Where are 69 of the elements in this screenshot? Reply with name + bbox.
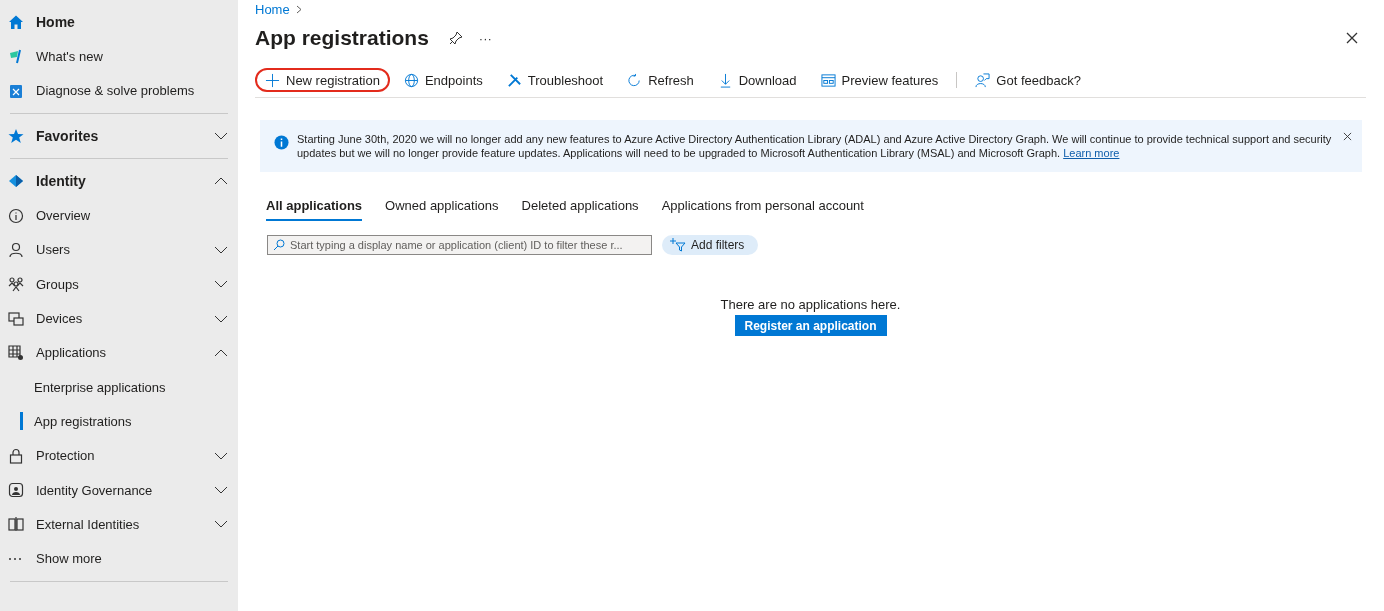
chevron-icon[interactable] bbox=[214, 485, 228, 495]
chevron-icon[interactable] bbox=[214, 279, 228, 290]
banner-text: Starting June 30th, 2020 we will no longer add any new features to Azure Active Directory Authentication Library (ADAL) and Azure Active Directory Graph. We will continue to provide technical support and security updates but we will no longer provide feature updates. Applications will need to be upgraded to Microsoft Authentication Library (MSAL) and Microsoft Graph. Learn more bbox=[297, 133, 1332, 160]
home-icon bbox=[8, 14, 24, 31]
chevron-icon[interactable] bbox=[214, 244, 228, 255]
tab[interactable]: Owned applications bbox=[385, 196, 499, 221]
chevron-icon[interactable] bbox=[214, 176, 228, 187]
add-filters-button[interactable]: Add filters bbox=[662, 235, 759, 255]
search-icon bbox=[273, 239, 285, 251]
sidebar-item[interactable]: Users bbox=[8, 232, 228, 268]
sidebar-item[interactable]: Devices bbox=[8, 301, 228, 336]
sidebar-subitem[interactable]: Enterprise applications bbox=[10, 369, 228, 405]
window-icon bbox=[820, 72, 836, 88]
refresh-icon bbox=[627, 72, 643, 88]
user-icon bbox=[8, 241, 24, 258]
flag-icon bbox=[8, 48, 24, 65]
lock-icon bbox=[8, 447, 24, 464]
toolbar-button[interactable]: Endpoints bbox=[393, 68, 493, 92]
diamond-icon bbox=[8, 173, 24, 190]
person-chat-icon bbox=[975, 72, 991, 88]
toolbox-icon bbox=[8, 82, 24, 99]
tab[interactable]: All applications bbox=[266, 196, 363, 221]
sidebar-subitem[interactable]: App registrations bbox=[10, 404, 228, 439]
toolbar-button[interactable]: Got feedback? bbox=[965, 68, 1091, 92]
info-icon bbox=[274, 135, 289, 150]
tools-icon bbox=[506, 72, 522, 88]
info-icon bbox=[8, 207, 24, 224]
toolbar-button[interactable]: Refresh bbox=[617, 68, 704, 92]
sidebar-item[interactable]: What's new bbox=[8, 39, 228, 74]
sidebar-item[interactable]: Diagnose & solve problems bbox=[8, 73, 228, 108]
grid-icon bbox=[8, 344, 24, 361]
page-title: App registrations bbox=[255, 26, 429, 50]
plus-icon bbox=[265, 72, 280, 88]
devices-icon bbox=[8, 310, 24, 327]
more-button[interactable]: ··· bbox=[472, 30, 498, 46]
toolbar-button[interactable]: Download bbox=[707, 68, 807, 92]
chevron-icon[interactable] bbox=[214, 450, 228, 461]
sidebar-item[interactable]: Identity bbox=[8, 164, 228, 199]
toolbar-button[interactable]: Troubleshoot bbox=[496, 68, 614, 92]
globe-icon bbox=[403, 72, 419, 88]
pin-icon[interactable] bbox=[448, 31, 463, 45]
sidebar-item[interactable]: Favorites bbox=[8, 118, 228, 154]
search-field[interactable]: Start typing a display name or application (client) ID to filter these r... bbox=[267, 235, 652, 255]
empty-message: There are no applications here. bbox=[720, 297, 901, 312]
filter-icon bbox=[670, 238, 686, 252]
chevron-icon[interactable] bbox=[214, 519, 228, 530]
sidebar-item[interactable]: Identity Governance bbox=[8, 472, 228, 508]
star-icon bbox=[8, 128, 24, 145]
sidebar-item[interactable]: Home bbox=[8, 5, 228, 40]
tab[interactable]: Applications from personal account bbox=[661, 196, 864, 221]
chevron-icon[interactable] bbox=[214, 313, 228, 324]
sidebar-item[interactable]: Show more bbox=[8, 541, 228, 576]
breadcrumb-link[interactable]: Home bbox=[255, 1, 290, 17]
sidebar-item[interactable]: External Identities bbox=[8, 507, 228, 542]
register-button[interactable]: Register an application bbox=[734, 315, 887, 336]
sidebar-item[interactable]: Groups bbox=[8, 267, 228, 302]
sidebar-item[interactable]: Overview bbox=[8, 198, 228, 233]
learn-more-link[interactable]: Learn more bbox=[1063, 146, 1120, 159]
chevron-icon[interactable] bbox=[214, 131, 228, 142]
toolbar-button[interactable]: New registration bbox=[255, 68, 390, 92]
chevron-icon[interactable] bbox=[214, 347, 228, 358]
chevron-right-icon bbox=[295, 4, 302, 14]
id-badge-icon bbox=[8, 482, 24, 498]
group-icon bbox=[8, 276, 24, 293]
sidebar-item[interactable]: Applications bbox=[8, 335, 228, 370]
sidebar-item[interactable]: Protection bbox=[8, 438, 228, 473]
book-icon bbox=[8, 516, 24, 533]
tab[interactable]: Deleted applications bbox=[521, 196, 639, 221]
toolbar-button[interactable]: Preview features bbox=[810, 68, 949, 92]
